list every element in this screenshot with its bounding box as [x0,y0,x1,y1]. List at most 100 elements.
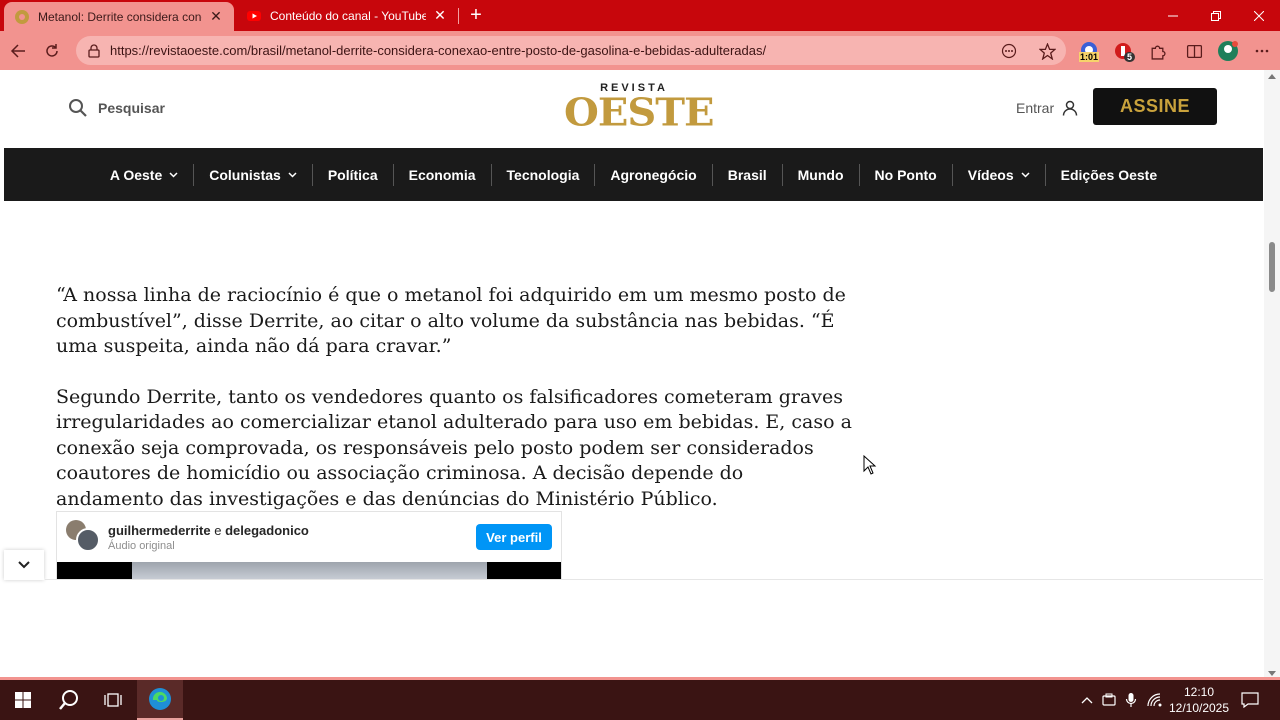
collapse-button[interactable] [4,550,44,580]
avatar[interactable] [76,528,100,552]
embed-video[interactable] [57,562,561,580]
nav-item-brasil[interactable]: Brasil [713,163,783,186]
scrollbar-thumb[interactable] [1269,242,1275,292]
tab-divider [458,8,459,24]
extension-red-icon[interactable]: 5 [1111,39,1136,63]
site-header: Pesquisar REVISTA OESTE Entrar ASSINE [4,70,1264,148]
new-tab-button[interactable]: + [464,4,488,28]
notifications-button[interactable] [1238,680,1262,720]
chevron-down-icon [288,171,297,178]
show-hidden-icons-button[interactable] [1078,680,1096,720]
nav-item-colunistas[interactable]: Colunistas [194,163,313,186]
nav-item-label: Agronegócio [610,166,697,183]
page-scrollbar[interactable] [1264,70,1280,680]
nav-item-a-oeste[interactable]: A Oeste [95,163,195,186]
address-bar[interactable]: https://revistaoeste.com/brasil/metanol-… [76,36,1066,65]
tab-title: Metanol: Derrite considera conex [38,9,202,24]
scroll-down-icon[interactable] [1268,671,1276,676]
browser-tab-bar: Metanol: Derrite considera conex ✕ Conte… [0,0,1280,31]
reload-button[interactable] [40,39,64,63]
nav-item-label: Vídeos [967,166,1014,183]
embed-joiner: e [214,523,222,538]
nav-item-label: Economia [408,166,476,183]
close-tab-icon[interactable]: ✕ [208,8,224,25]
nav-item-edições-oeste[interactable]: Edições Oeste [1046,164,1173,186]
tab-active[interactable]: Metanol: Derrite considera conex ✕ [4,2,234,31]
nav-item-tecnologia[interactable]: Tecnologia [492,163,596,186]
windows-logo-icon [15,692,31,708]
profile-avatar[interactable] [1216,39,1240,63]
logo-main-text: OESTE [564,90,714,135]
nav-item-no-ponto[interactable]: No Ponto [860,163,953,186]
extension-timer-icon[interactable]: 1:01 [1077,39,1101,63]
edge-browser-icon [149,688,171,710]
clock-time: 12:10 [1183,685,1215,699]
nav-item-label: Tecnologia [506,166,580,183]
count-badge: 5 [1124,52,1136,62]
tab-inactive[interactable]: Conteúdo do canal - YouTube Stu ✕ [236,0,458,31]
chevron-down-icon [169,171,178,178]
notification-icon [1241,692,1259,708]
close-icon [1254,10,1264,21]
article-paragraph: “A nossa linha de raciocínio é que o met… [56,284,846,357]
reading-mode-icon[interactable] [1000,42,1018,60]
site-favicon-icon [15,9,29,24]
embed-audio-label[interactable]: Áudio original [108,540,175,552]
taskbar-edge-button[interactable] [137,680,183,720]
task-view-icon [104,693,122,707]
task-view-button[interactable] [90,680,136,720]
minimize-button[interactable] [1151,0,1195,31]
chevron-down-icon [1021,171,1030,178]
login-button[interactable]: Entrar [1016,100,1078,116]
close-tab-icon[interactable]: ✕ [432,7,448,24]
embed-user-link[interactable]: guilhermederrite [108,523,211,538]
more-options-icon[interactable] [1250,39,1274,63]
login-label: Entrar [1016,100,1055,116]
nav-item-política[interactable]: Política [313,163,394,186]
nav-item-label: Mundo [797,166,844,183]
chevron-down-icon [18,561,30,569]
nav-item-economia[interactable]: Economia [394,163,492,186]
start-button[interactable] [0,680,46,720]
clock-date: 12/10/2025 [1168,701,1230,715]
instagram-embed: guilhermederrite e delegadonico Áudio or… [56,511,562,580]
nav-item-mundo[interactable]: Mundo [783,163,860,186]
embed-user-link[interactable]: delegadonico [225,523,309,538]
close-window-button[interactable] [1237,0,1280,31]
favorite-star-icon[interactable] [1038,42,1056,60]
nav-item-label: Edições Oeste [1060,166,1158,183]
microphone-icon[interactable] [1122,680,1140,720]
tab-title: Conteúdo do canal - YouTube Stu [270,8,426,23]
nav-item-vídeos[interactable]: Vídeos [953,163,1046,186]
subscribe-button[interactable]: ASSINE [1093,88,1217,125]
article-body: “A nossa linha de raciocínio é que o met… [56,283,856,537]
nav-item-agronegócio[interactable]: Agronegócio [595,163,713,186]
timer-badge: 1:01 [1079,52,1100,62]
nav-item-label: Colunistas [209,166,281,183]
taskbar-clock[interactable]: 12:10 12/10/2025 [1164,684,1234,716]
tray-app-icon[interactable] [1100,680,1118,720]
nav-item-label: A Oeste [109,166,163,183]
embed-users: guilhermederrite e delegadonico [108,523,309,538]
nav-item-label: Brasil [727,166,767,183]
site-logo[interactable]: REVISTA OESTE [564,82,714,136]
split-screen-icon[interactable] [1182,39,1206,63]
mouse-cursor-icon [863,455,877,475]
network-icon[interactable] [1146,680,1164,720]
scroll-up-icon[interactable] [1268,74,1276,79]
youtube-icon [247,10,261,21]
user-icon [1062,100,1078,116]
chevron-up-icon [1081,697,1093,704]
view-profile-button[interactable]: Ver perfil [476,524,552,550]
restore-button[interactable] [1194,0,1238,31]
site-info-icon[interactable] [86,43,102,59]
extensions-puzzle-icon[interactable] [1145,39,1169,63]
browser-toolbar: https://revistaoeste.com/brasil/metanol-… [0,31,1280,70]
taskbar-search-button[interactable] [46,680,92,720]
search-button[interactable]: Pesquisar [68,98,165,118]
minimize-icon [1168,15,1178,16]
article-paragraph: Segundo Derrite, tanto os vendedores qua… [56,385,852,510]
search-icon [69,99,87,117]
arrow-left-icon [10,44,25,58]
back-button[interactable] [6,39,30,63]
